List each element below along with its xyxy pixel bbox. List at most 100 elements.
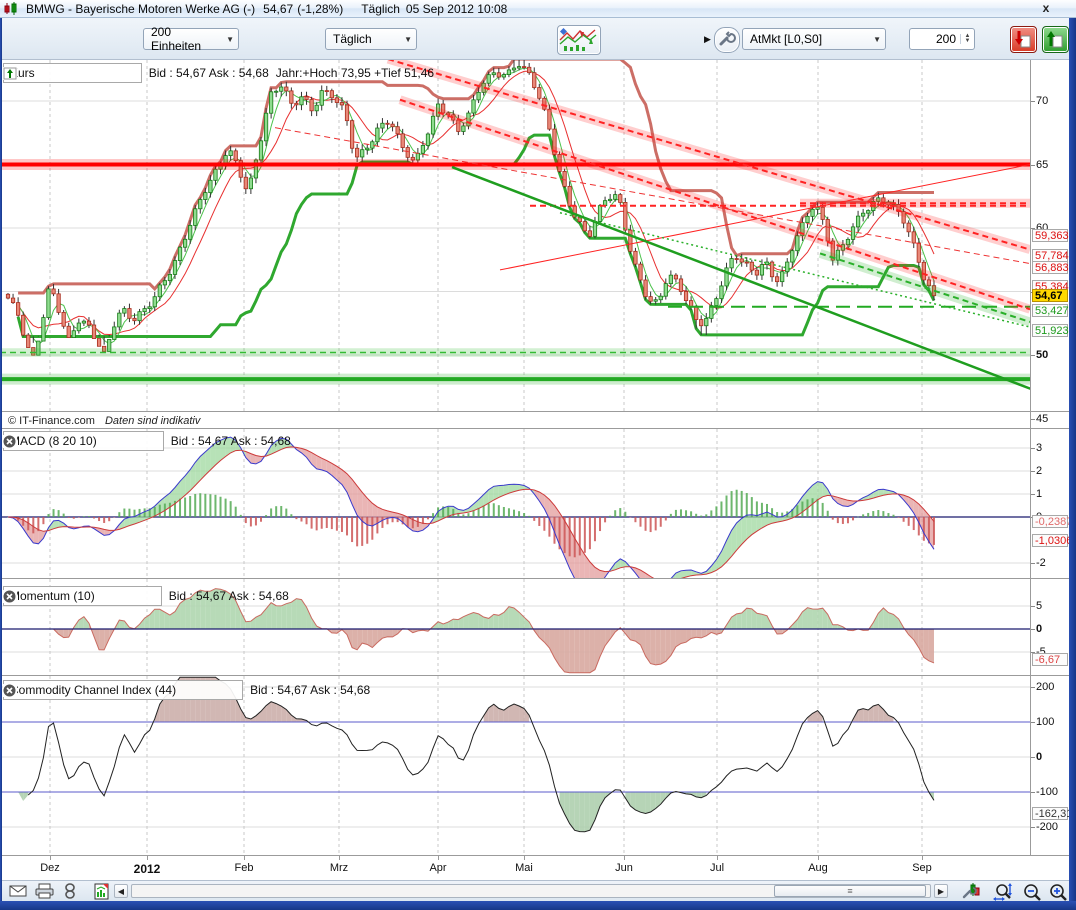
axis-tick-label: 65 <box>1036 158 1048 172</box>
chart-style-icon <box>558 26 598 52</box>
axis-tick-mark <box>1031 494 1035 495</box>
sell-marker-icon[interactable] <box>101 67 115 80</box>
time-axis-label: Mai <box>502 862 546 874</box>
close-panel-icon[interactable] <box>81 67 95 80</box>
axis-tick-mark <box>1031 355 1035 356</box>
axis-tick-label: 200 <box>1036 680 1054 694</box>
axis-tick-label: -2 <box>1036 556 1046 570</box>
trade-panel-expander-icon[interactable]: ▶ <box>704 34 711 45</box>
buy-marker-icon[interactable] <box>121 67 135 80</box>
buy-button[interactable] <box>1042 26 1069 53</box>
time-axis-tick <box>922 856 923 860</box>
email-icon[interactable] <box>9 883 27 899</box>
window-icon[interactable] <box>202 684 216 697</box>
price-chart[interactable] <box>0 60 1030 411</box>
units-dropdown[interactable]: 200 Einheiten ▼ <box>143 28 239 50</box>
close-panel-icon[interactable] <box>222 684 236 697</box>
stepper-arrows[interactable]: ▲ ▼ <box>960 34 974 44</box>
chart-scrollbar[interactable]: ≡ <box>131 884 931 898</box>
axis-tick-label: -100 <box>1036 785 1058 799</box>
time-axis-label: Mrz <box>317 862 361 874</box>
scroll-left-button[interactable]: ◀ <box>114 884 128 898</box>
stepper-down-icon[interactable]: ▼ <box>965 39 971 44</box>
macd-bid-ask: Bid : 54,67 Ask : 54,68 <box>171 434 291 448</box>
wrench-icon[interactable] <box>41 67 55 80</box>
panel-title-macd: MACD (8 20 10) <box>10 434 97 448</box>
kurs-bid-ask: Bid : 54,67 Ask : 54,68 <box>149 66 269 80</box>
wrench-icon[interactable] <box>103 435 117 448</box>
scrollbar-thumb[interactable]: ≡ <box>774 885 926 897</box>
zoom-in-icon[interactable] <box>1048 883 1066 899</box>
time-axis-tick <box>244 856 245 860</box>
axis-tick-label: 100 <box>1036 715 1054 729</box>
link-icon[interactable] <box>64 883 76 899</box>
axis-tick-mark <box>1031 757 1035 758</box>
time-axis-label: Feb <box>222 862 266 874</box>
timeframe-dropdown-value: Täglich <box>333 32 372 46</box>
value-tag: 59,363 <box>1032 229 1068 242</box>
print-icon[interactable] <box>35 883 53 899</box>
window-icon[interactable] <box>61 67 75 80</box>
zoom-fit-icon[interactable] <box>993 883 1011 899</box>
axis-tick-label: 5 <box>1036 599 1042 613</box>
close-panel-icon[interactable] <box>141 590 155 603</box>
time-axis: Dez2012FebMrzAprMaiJunJulAugSep <box>0 856 1069 879</box>
macd-panel-header: MACD (8 20 10) Bid : 54,67 Ask : 54,68 <box>3 431 291 451</box>
wrench-icon[interactable] <box>101 590 115 603</box>
trade-settings-button[interactable] <box>714 27 740 53</box>
window-border-left <box>0 18 2 902</box>
cci-chart[interactable] <box>0 676 1030 855</box>
chevron-down-icon: ▼ <box>396 35 412 44</box>
scroll-right-button[interactable]: ▶ <box>934 884 948 898</box>
axis-tick-mark <box>1031 687 1035 688</box>
wrench-icon[interactable] <box>182 684 196 697</box>
chart-style-button[interactable] <box>557 25 601 55</box>
axis-tick-mark <box>1031 471 1035 472</box>
close-panel-icon[interactable] <box>143 435 157 448</box>
axis-tick-mark <box>1031 606 1035 607</box>
cci-bid-ask: Bid : 54,67 Ask : 54,68 <box>250 683 370 697</box>
report-icon[interactable] <box>94 883 112 899</box>
timeframe-dropdown[interactable]: Täglich ▼ <box>325 28 417 50</box>
axis-tick-label: 0 <box>1036 750 1042 764</box>
value-tag: -6,67 <box>1032 653 1068 666</box>
time-axis-tick <box>339 856 340 860</box>
time-axis-tick <box>818 856 819 860</box>
quantity-stepper[interactable]: 200 ▲ ▼ <box>909 28 975 50</box>
axis-tick-mark <box>1031 827 1035 828</box>
title-bar[interactable]: BMWG - Bayerische Motoren Werke AG (-) 5… <box>0 0 1076 18</box>
chart-settings-icon[interactable] <box>962 883 980 899</box>
axis-tick-mark <box>1031 722 1035 723</box>
copyright-text: © IT-Finance.com <box>8 415 95 427</box>
zoom-out-icon[interactable] <box>1022 883 1040 899</box>
window-icon[interactable] <box>121 590 135 603</box>
close-icon[interactable]: x <box>1038 1 1054 16</box>
time-axis-tick <box>147 856 148 860</box>
order-type-dropdown[interactable]: AtMkt [L0,S0] ▼ <box>742 28 886 50</box>
value-tag: -162,31 <box>1032 807 1068 820</box>
axis-tick-mark <box>1031 563 1035 564</box>
axis-tick-mark <box>1031 101 1035 102</box>
chevron-down-icon: ▼ <box>218 35 234 44</box>
panel-title-momentum: Momentum (10) <box>10 589 95 603</box>
sell-button[interactable] <box>1010 26 1037 53</box>
time-axis-tick <box>624 856 625 860</box>
buy-arrow-icon <box>1043 27 1066 50</box>
time-axis-tick <box>524 856 525 860</box>
order-type-value: AtMkt [L0,S0] <box>750 32 822 46</box>
bottom-toolbar: ◀ ≡ ▶ <box>0 880 1076 901</box>
axis-tick-mark <box>1031 448 1035 449</box>
units-dropdown-value: 200 Einheiten <box>151 25 218 53</box>
kurs-panel-header: Kurs Bid : 54,67 Ask : 54,68 Jahr:+Hoch … <box>3 63 434 83</box>
main-toolbar: 200 Einheiten ▼ Täglich ▼ ▶ AtMk <box>0 18 1076 60</box>
momentum-panel-header: Momentum (10) Bid : 54,67 Ask : 54,68 <box>3 586 289 606</box>
axis-tick-mark <box>1031 165 1035 166</box>
title-timestamp: 05 Sep 2012 10:08 <box>406 2 507 16</box>
value-tag: 56,883 <box>1032 261 1068 274</box>
macd-chart[interactable] <box>0 429 1030 578</box>
value-axis-column: 70656055504559,36357,78456,88355,38454,6… <box>1030 60 1070 856</box>
chart-zone: © IT-Finance.com Daten sind indikativ Ku… <box>0 60 1076 880</box>
axis-tick-mark <box>1031 629 1035 630</box>
axis-tick-label: 70 <box>1036 94 1048 108</box>
window-icon[interactable] <box>123 435 137 448</box>
